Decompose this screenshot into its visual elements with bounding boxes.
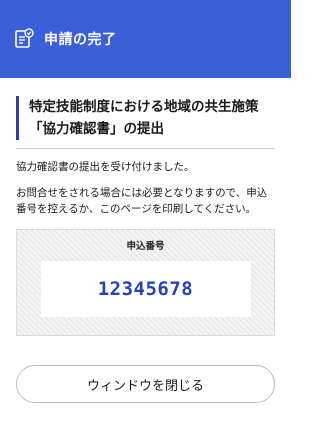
- app-header: 申請の完了: [0, 0, 291, 78]
- divider: [16, 148, 275, 149]
- close-window-button[interactable]: ウィンドウを閉じる: [16, 365, 275, 403]
- application-number: 12345678: [40, 261, 251, 317]
- heading-line-1: 特定技能制度における地域の共生施策: [29, 99, 259, 115]
- confirmation-message: 協力確認書の提出を受け付けました。: [16, 161, 195, 173]
- main-content: 特定技能制度における地域の共生施策 「協力確認書」の提出 協力確認書の提出を受け…: [0, 96, 291, 336]
- section-heading: 特定技能制度における地域の共生施策 「協力確認書」の提出: [16, 96, 275, 140]
- document-check-icon: [14, 28, 34, 50]
- application-number-box: 申込番号 12345678: [16, 229, 275, 336]
- page-title: 申請の完了: [44, 32, 117, 48]
- heading-line-2: 「協力確認書」の提出: [29, 121, 164, 137]
- inquiry-note: お問合せをされる場合には必要となりますので、申込番号を控えるか、このページを印刷…: [16, 187, 268, 215]
- application-number-label: 申込番号: [126, 241, 165, 252]
